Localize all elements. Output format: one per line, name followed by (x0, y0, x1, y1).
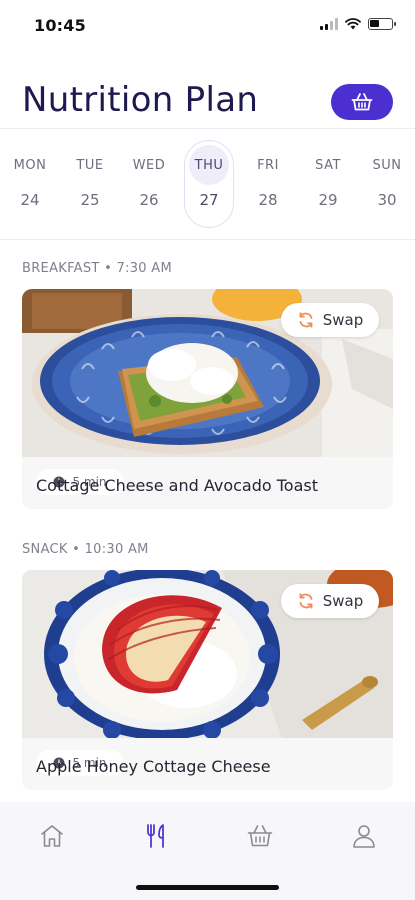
day-fri[interactable]: FRI 28 (243, 130, 293, 238)
swap-button[interactable]: Swap (281, 584, 379, 618)
day-mon[interactable]: MON 24 (5, 130, 55, 238)
status-bar: 10:45 (0, 0, 415, 54)
wifi-icon (345, 18, 361, 30)
meal-card-snack[interactable]: Swap 5 min Apple Honey Cottage Cheese (22, 570, 393, 790)
tab-basket[interactable] (238, 818, 282, 854)
profile-icon (353, 825, 375, 848)
week-day-selector: MON 24 TUE 25 WED 26 THU 27 FRI 28 SAT 2… (0, 130, 415, 238)
battery-icon (368, 18, 396, 30)
day-date: 30 (377, 191, 397, 209)
day-date: 28 (258, 191, 278, 209)
day-date: 29 (318, 191, 338, 209)
meal-card-breakfast[interactable]: Swap 5 min Cottage Cheese and Avocado To… (22, 289, 393, 509)
swap-label: Swap (322, 311, 364, 329)
status-time: 10:45 (34, 16, 86, 35)
day-sun[interactable]: SUN 30 (362, 130, 412, 238)
day-name: WED (132, 158, 166, 173)
day-sat[interactable]: SAT 29 (303, 130, 353, 238)
day-thu[interactable]: THU 27 (184, 130, 234, 238)
week-divider (0, 239, 415, 240)
swap-button[interactable]: Swap (281, 303, 379, 337)
day-tue[interactable]: TUE 25 (65, 130, 115, 238)
day-date: 26 (139, 191, 159, 209)
cellular-signal-icon (320, 18, 338, 30)
home-indicator[interactable] (136, 885, 279, 890)
meal-time-label: SNACK • 10:30 AM (22, 542, 149, 557)
header-divider (0, 128, 415, 129)
basket-icon (247, 825, 273, 847)
status-icons (320, 18, 396, 30)
tab-home[interactable] (30, 818, 74, 854)
swap-icon (299, 312, 313, 328)
day-name: MON (13, 158, 47, 173)
page-title: Nutrition Plan (22, 80, 259, 120)
day-date: 27 (199, 191, 219, 209)
home-icon (41, 825, 63, 847)
swap-icon (299, 593, 313, 609)
meal-title: Apple Honey Cottage Cheese (36, 757, 271, 776)
day-date: 25 (80, 191, 100, 209)
meal-title: Cottage Cheese and Avocado Toast (36, 476, 319, 495)
day-name: FRI (257, 158, 279, 173)
day-wed[interactable]: WED 26 (124, 130, 174, 238)
swap-label: Swap (322, 592, 364, 610)
fork-knife-icon (147, 824, 164, 848)
tab-profile[interactable] (342, 818, 386, 854)
day-date: 24 (20, 191, 40, 209)
basket-icon (351, 93, 373, 111)
day-name: SAT (315, 158, 341, 173)
day-name: SUN (372, 158, 402, 173)
meal-time-label: BREAKFAST • 7:30 AM (22, 261, 173, 276)
day-name: TUE (76, 158, 104, 173)
day-name: THU (194, 158, 224, 173)
tab-meals[interactable] (134, 818, 178, 854)
shopping-basket-button[interactable] (331, 84, 393, 120)
